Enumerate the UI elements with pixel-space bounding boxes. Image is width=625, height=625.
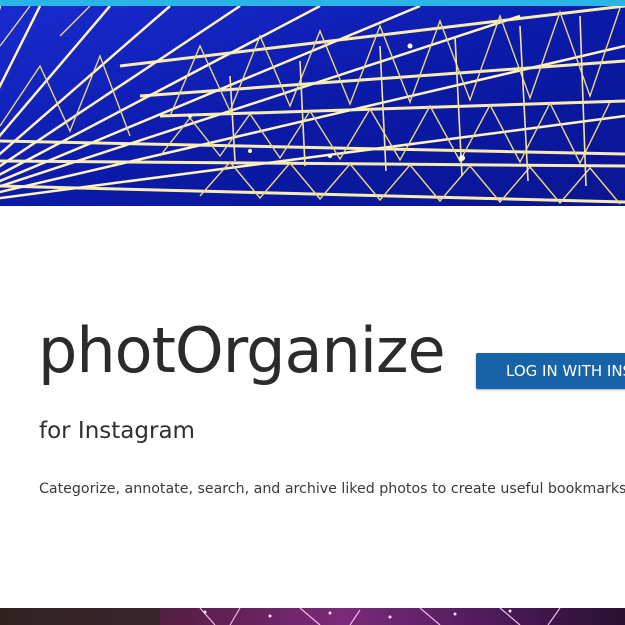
app-title: photOrganize bbox=[38, 314, 446, 387]
login-with-instagram-button[interactable]: LOG IN WITH INSTAGRAM bbox=[476, 353, 625, 389]
footer-banner-image bbox=[0, 608, 625, 625]
hero-banner-image bbox=[0, 6, 625, 206]
main-content: photOrganize LOG IN WITH INSTAGRAM for I… bbox=[0, 206, 625, 608]
app-description: Categorize, annotate, search, and archiv… bbox=[39, 481, 625, 497]
app-subtitle: for Instagram bbox=[39, 418, 195, 444]
landing-page: photOrganize LOG IN WITH INSTAGRAM for I… bbox=[0, 0, 625, 625]
night-lights-illustration bbox=[0, 608, 625, 625]
ferris-wheel-illustration bbox=[0, 6, 625, 206]
